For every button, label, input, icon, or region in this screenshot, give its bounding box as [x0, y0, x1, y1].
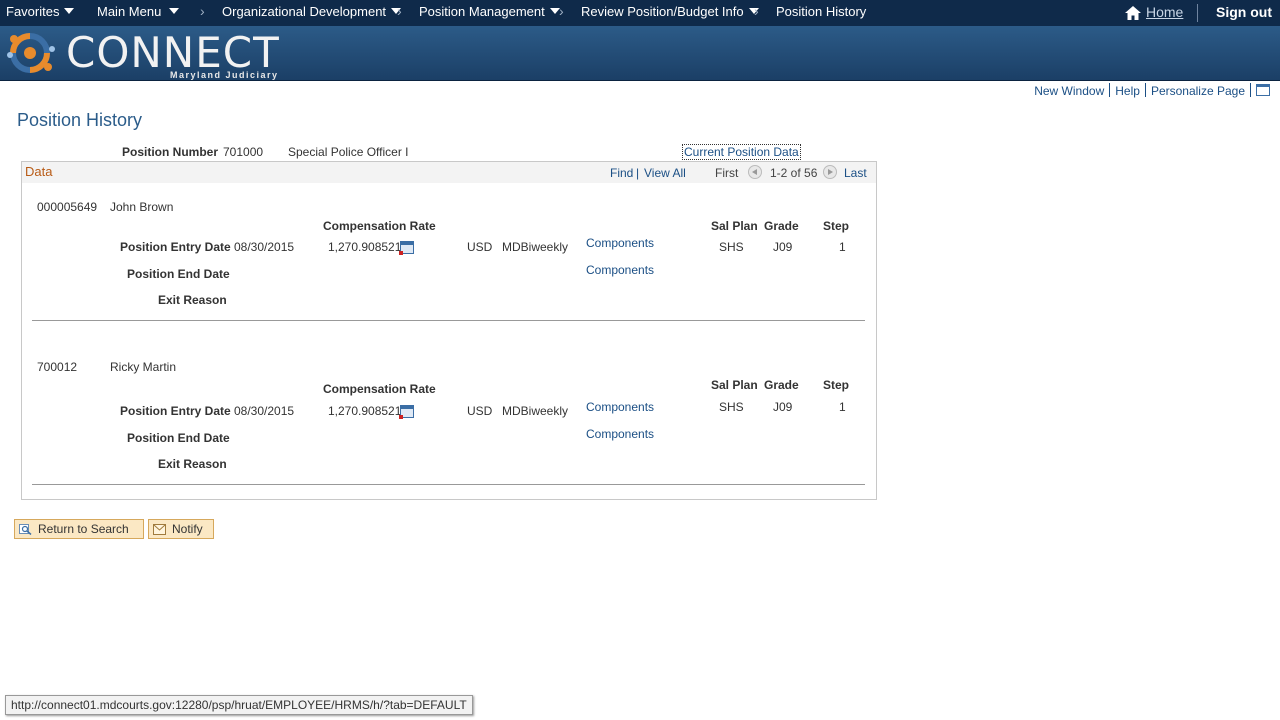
help-link[interactable]: Help — [1115, 84, 1140, 98]
position-entry-date-label: Position Entry Date — [120, 404, 231, 418]
chevron-down-icon — [64, 8, 75, 14]
view-all-link[interactable]: View All — [644, 166, 686, 180]
home-label: Home — [1146, 4, 1184, 20]
breadcrumb-separator-icon: › — [754, 3, 759, 19]
compensation-rate-value: 1,270.908521 — [328, 404, 402, 418]
connect-logo-icon — [7, 33, 55, 73]
favorites-label: Favorites — [6, 4, 60, 19]
search-icon — [19, 524, 32, 535]
personalize-page-link[interactable]: Personalize Page — [1151, 84, 1245, 98]
main-menu-label: Main Menu — [97, 4, 162, 19]
sal-plan-label: Sal Plan — [711, 219, 758, 233]
divider — [1250, 83, 1251, 97]
chevron-down-icon — [169, 8, 180, 14]
breadcrumb-current-page: Position History — [776, 4, 867, 19]
notify-button[interactable]: Notify — [148, 519, 214, 539]
notify-icon — [153, 524, 166, 535]
position-title-value: Special Police Officer I — [288, 145, 409, 159]
home-link[interactable]: Home — [1125, 4, 1183, 20]
data-grid: Data Find | View All First 1-2 of 56 Las… — [21, 161, 877, 500]
divider — [1144, 83, 1146, 97]
currency-value: USD — [467, 404, 493, 418]
employee-id: 000005649 — [37, 200, 98, 214]
divider — [32, 320, 865, 321]
frequency-value: MDBiweekly — [502, 404, 569, 418]
last-link[interactable]: Last — [844, 166, 867, 180]
divider — [32, 484, 865, 485]
components-link[interactable]: Components — [586, 236, 654, 250]
exit-reason-label: Exit Reason — [158, 457, 227, 471]
breadcrumb-separator-icon: › — [200, 3, 205, 19]
components-link[interactable]: Components — [586, 400, 654, 414]
grade-value: J09 — [773, 240, 793, 254]
favorites-menu[interactable]: Favorites — [6, 4, 75, 19]
page-links: New Window Help Personalize Page — [1034, 83, 1270, 98]
frequency-value: MDBiweekly — [502, 240, 569, 254]
grade-value: J09 — [773, 400, 793, 414]
breadcrumb-separator-icon: › — [559, 3, 564, 19]
position-number-value: 701000 — [223, 145, 264, 159]
position-entry-date-value: 08/30/2015 — [234, 240, 295, 254]
components-link[interactable]: Components — [586, 263, 654, 277]
position-number-label: Position Number — [122, 145, 219, 159]
breadcrumb-review-position[interactable]: Review Position/Budget Info — [581, 4, 759, 19]
top-navigation-bar: Favorites Main Menu › Organizational Dev… — [0, 0, 1280, 26]
main-menu[interactable]: Main Menu — [97, 4, 180, 19]
grid-icon[interactable] — [1256, 84, 1270, 96]
components-link[interactable]: Components — [586, 427, 654, 441]
grade-label: Grade — [764, 378, 799, 392]
logo-subtitle: Maryland Judiciary — [170, 70, 279, 80]
compensation-rate-label: Compensation Rate — [323, 219, 436, 233]
employee-name: John Brown — [110, 200, 174, 214]
calculator-icon[interactable] — [399, 241, 414, 255]
exit-reason-label: Exit Reason — [158, 293, 227, 307]
next-arrow-icon[interactable] — [823, 165, 837, 179]
browser-status-bar: http://connect01.mdcourts.gov:12280/psp/… — [5, 695, 473, 715]
position-end-date-label: Position End Date — [127, 267, 230, 281]
breadcrumb-label: Position Management — [419, 4, 545, 19]
data-grid-header: Data Find | View All First 1-2 of 56 Las… — [22, 162, 876, 183]
position-entry-date-value: 08/30/2015 — [234, 404, 295, 418]
breadcrumb-label: Organizational Development — [222, 4, 387, 19]
sal-plan-value: SHS — [719, 400, 744, 414]
divider: | — [636, 166, 640, 180]
step-value: 1 — [839, 400, 846, 414]
breadcrumb-org-development[interactable]: Organizational Development — [222, 4, 402, 19]
compensation-rate-value: 1,270.908521 — [328, 240, 402, 254]
breadcrumb-position-management[interactable]: Position Management — [419, 4, 560, 19]
find-link[interactable]: Find — [610, 166, 633, 180]
row-range: 1-2 of 56 — [770, 166, 818, 180]
page-title: Position History — [17, 110, 143, 130]
banner: CONNECT Maryland Judiciary — [0, 26, 1280, 81]
employee-id: 700012 — [37, 360, 78, 374]
position-entry-date-label: Position Entry Date — [120, 240, 231, 254]
step-label: Step — [823, 378, 850, 392]
breadcrumb-separator-icon: › — [397, 3, 402, 19]
breadcrumb-label: Review Position/Budget Info — [581, 4, 744, 19]
employee-name: Ricky Martin — [110, 360, 177, 374]
return-to-search-button[interactable]: Return to Search — [14, 519, 144, 539]
step-label: Step — [823, 219, 850, 233]
current-position-data-link[interactable]: Current Position Data — [682, 144, 801, 160]
sal-plan-value: SHS — [719, 240, 744, 254]
position-end-date-label: Position End Date — [127, 431, 230, 445]
return-to-search-label: Return to Search — [38, 522, 129, 536]
sal-plan-label: Sal Plan — [711, 378, 758, 392]
step-value: 1 — [839, 240, 846, 254]
data-grid-title: Data — [25, 164, 53, 179]
compensation-rate-label: Compensation Rate — [323, 382, 436, 396]
sign-out-link[interactable]: Sign out — [1216, 4, 1272, 20]
calculator-icon[interactable] — [399, 405, 414, 419]
currency-value: USD — [467, 240, 493, 254]
previous-arrow-icon[interactable] — [748, 165, 762, 179]
new-window-link[interactable]: New Window — [1034, 84, 1104, 98]
home-icon — [1125, 6, 1141, 20]
divider — [1197, 4, 1198, 22]
grade-label: Grade — [764, 219, 799, 233]
first-label: First — [715, 166, 739, 180]
notify-label: Notify — [172, 522, 203, 536]
divider — [1109, 83, 1111, 97]
